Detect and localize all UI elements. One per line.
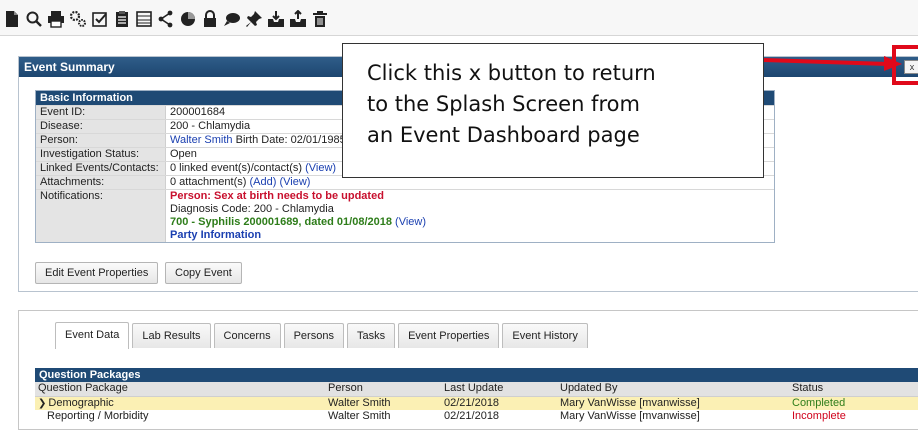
tab-concerns[interactable]: Concerns: [213, 323, 281, 348]
tray-in-icon[interactable]: [266, 8, 285, 29]
updated-by-cell: Mary VanWisse [mvanwisse]: [557, 396, 789, 410]
column-header[interactable]: Person: [325, 382, 441, 397]
table-icon[interactable]: [134, 8, 153, 29]
view-linked-link[interactable]: (View): [305, 162, 336, 174]
copy-event-button[interactable]: Copy Event: [165, 262, 242, 284]
event-detail-container: Event Data Lab Results Concerns Persons …: [18, 310, 918, 430]
diagnosis-code-text: Diagnosis Code: 200 - Chlamydia: [170, 203, 334, 215]
lock-icon[interactable]: [200, 8, 219, 29]
birth-date-text: Birth Date: 02/01/1985: [235, 134, 346, 146]
tab-tasks[interactable]: Tasks: [346, 323, 396, 348]
print-icon[interactable]: [46, 8, 65, 29]
sex-at-birth-warning: Person: Sex at birth needs to be updated: [170, 190, 384, 202]
field-label: Disease:: [36, 120, 166, 133]
notifications-value: Person: Sex at birth needs to be updated…: [166, 190, 774, 242]
table-row[interactable]: Reporting / Morbidity Walter Smith 02/21…: [35, 410, 918, 423]
person-cell: Walter Smith: [328, 409, 391, 422]
red-arrow: [764, 56, 902, 71]
package-cell: Reporting / Morbidity: [47, 409, 149, 422]
column-header[interactable]: Updated By: [557, 382, 789, 397]
edit-event-properties-button[interactable]: Edit Event Properties: [35, 262, 159, 284]
toolbar-icons: [2, 8, 329, 29]
chevron-right-icon: ❯: [38, 397, 47, 409]
status-cell: Completed: [789, 396, 918, 410]
share-icon[interactable]: [156, 8, 175, 29]
add-attachment-link[interactable]: (Add): [249, 176, 276, 188]
view-attachments-link[interactable]: (View): [279, 176, 310, 188]
field-label: Investigation Status:: [36, 148, 166, 161]
linked-syphilis-line: 700 - Syphilis 200001689, dated 01/08/20…: [170, 216, 770, 229]
document-icon[interactable]: [2, 8, 21, 29]
field-label: Person:: [36, 134, 166, 147]
close-x-button[interactable]: x: [904, 60, 918, 74]
tab-bar: Event Data Lab Results Concerns Persons …: [55, 322, 588, 349]
gears-icon[interactable]: [68, 8, 87, 29]
package-name: Demographic: [48, 396, 114, 409]
field-label: Linked Events/Contacts:: [36, 162, 166, 175]
field-label: Notifications:: [36, 190, 166, 242]
table-header-row: Question Package Person Last Update Upda…: [35, 382, 918, 397]
tray-out-icon[interactable]: [288, 8, 307, 29]
comment-icon[interactable]: [222, 8, 241, 29]
person-cell: Walter Smith: [325, 396, 441, 410]
column-header[interactable]: Last Update: [441, 382, 557, 397]
attachments-text: 0 attachment(s): [170, 176, 247, 188]
toolbar: [0, 0, 918, 36]
instruction-callout: Click this x button to return to the Spl…: [342, 43, 764, 178]
syphilis-event-text: 700 - Syphilis 200001689, dated 01/08/20…: [170, 216, 392, 228]
last-update-cell: 02/21/2018: [444, 409, 500, 422]
pin-icon[interactable]: [244, 8, 263, 29]
callout-line: Click this x button to return: [367, 61, 656, 85]
table-row[interactable]: ❯ Demographic Walter Smith 02/21/2018 Mar…: [35, 396, 918, 410]
package-cell: ❯ Demographic: [35, 396, 325, 410]
question-packages-table: Question Package Person Last Update Upda…: [35, 382, 918, 423]
pie-chart-icon[interactable]: [178, 8, 197, 29]
status-cell: Incomplete: [792, 409, 846, 422]
tab-event-properties[interactable]: Event Properties: [398, 323, 500, 348]
tab-persons[interactable]: Persons: [283, 323, 344, 348]
info-row-notifications: Notifications: Person: Sex at birth need…: [36, 189, 774, 242]
clipboard-icon[interactable]: [112, 8, 131, 29]
tab-event-data[interactable]: Event Data: [55, 322, 130, 349]
view-syphilis-link[interactable]: (View): [395, 216, 426, 228]
trash-icon[interactable]: [310, 8, 329, 29]
field-label: Event ID:: [36, 106, 166, 119]
section-header: Question Packages: [35, 368, 918, 382]
search-icon[interactable]: [24, 8, 43, 29]
party-information-link[interactable]: Party Information: [170, 229, 770, 242]
column-header[interactable]: Question Package: [35, 382, 325, 397]
updated-by-cell: Mary VanWisse [mvanwisse]: [560, 409, 700, 422]
checklist-icon[interactable]: [90, 8, 109, 29]
question-packages-section: Question Packages Question Package Perso…: [35, 368, 918, 423]
callout-line: to the Splash Screen from: [367, 92, 640, 116]
last-update-cell: 02/21/2018: [441, 396, 557, 410]
tab-event-history[interactable]: Event History: [502, 323, 588, 348]
tab-lab-results[interactable]: Lab Results: [132, 323, 211, 348]
person-link[interactable]: Walter Smith: [170, 134, 233, 146]
linked-events-text: 0 linked event(s)/contact(s): [170, 162, 303, 174]
callout-line: an Event Dashboard page: [367, 123, 640, 147]
column-header[interactable]: Status: [789, 382, 918, 397]
field-label: Attachments:: [36, 176, 166, 189]
